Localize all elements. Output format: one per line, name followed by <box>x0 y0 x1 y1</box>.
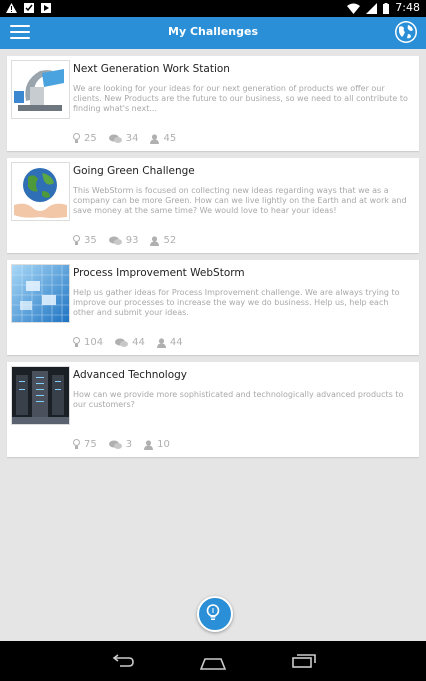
lightbulb-icon <box>73 235 80 245</box>
challenge-title: Going Green Challenge <box>73 165 195 177</box>
globe-icon <box>395 21 417 43</box>
back-icon <box>112 654 134 667</box>
challenge-description: We are looking for your ideas for our ne… <box>73 84 408 113</box>
participants-stat: 10 <box>144 439 170 450</box>
user-icon <box>144 439 154 450</box>
challenge-card[interactable]: Advanced Technology How can we provide m… <box>7 362 419 457</box>
warning-icon <box>6 2 17 13</box>
ideas-stat: 104 <box>73 337 103 348</box>
recents-button[interactable] <box>292 653 316 672</box>
challenge-stats: 25 34 45 <box>73 133 176 144</box>
comments-count: 3 <box>125 439 133 450</box>
home-button[interactable] <box>199 655 227 674</box>
challenge-title: Process Improvement WebStorm <box>73 267 245 279</box>
comments-count: 93 <box>125 235 139 246</box>
wifi-icon <box>347 3 361 14</box>
comments-icon <box>108 236 122 245</box>
participants-count: 52 <box>163 235 177 246</box>
ideas-count: 35 <box>84 235 97 246</box>
challenge-list: Next Generation Work Station We are look… <box>7 56 419 464</box>
challenge-description: How can we provide more sophisticated an… <box>73 390 404 409</box>
comments-stat: 93 <box>108 235 139 246</box>
globe-button[interactable] <box>394 20 420 46</box>
ideas-stat: 75 <box>73 439 97 450</box>
challenge-description: Help us gather ideas for Process Improve… <box>73 288 400 317</box>
comments-count: 44 <box>132 337 145 348</box>
comments-icon <box>108 440 122 449</box>
status-bar: 7:48 <box>0 0 426 17</box>
participants-stat: 44 <box>156 337 183 348</box>
process-image <box>11 264 70 323</box>
ideas-stat: 25 <box>73 133 97 144</box>
challenge-description: This WebStorm is focused on collecting n… <box>73 186 407 215</box>
lightbulb-icon <box>73 337 80 347</box>
user-icon <box>156 337 166 348</box>
server-room-image <box>11 366 70 425</box>
challenge-stats: 35 93 52 <box>73 235 176 246</box>
challenge-card[interactable]: Process Improvement WebStorm Help us gat… <box>7 260 419 355</box>
lightbulb-icon <box>73 133 80 143</box>
challenge-stats: 75 3 10 <box>73 439 170 450</box>
recents-icon <box>292 654 316 668</box>
participants-stat: 52 <box>150 235 176 246</box>
challenge-card[interactable]: Going Green Challenge This WebStorm is f… <box>7 158 419 253</box>
signal-icon <box>366 2 378 14</box>
participants-count: 10 <box>157 439 170 450</box>
app-bar: My Challenges <box>0 17 426 49</box>
user-icon <box>150 235 160 246</box>
comments-stat: 44 <box>115 337 145 348</box>
comments-count: 34 <box>125 133 139 144</box>
ideas-stat: 35 <box>73 235 97 246</box>
ideas-count: 104 <box>84 337 104 348</box>
comments-stat: 3 <box>108 439 133 450</box>
comments-icon <box>115 338 129 347</box>
globe-in-hands-image <box>11 162 70 221</box>
status-time: 7:48 <box>395 1 420 14</box>
workstation-image <box>11 60 70 119</box>
participants-count: 45 <box>163 133 177 144</box>
battery-icon <box>383 2 390 14</box>
ideas-count: 25 <box>84 133 97 144</box>
challenge-title: Next Generation Work Station <box>73 63 230 75</box>
lightbulb-icon <box>73 439 80 449</box>
new-idea-button[interactable] <box>197 596 233 632</box>
media-icon <box>41 3 51 13</box>
ideas-count: 75 <box>84 439 97 450</box>
home-icon <box>199 658 227 670</box>
comments-icon <box>108 134 122 143</box>
back-button[interactable] <box>110 653 134 672</box>
challenge-stats: 104 44 44 <box>73 337 183 348</box>
comments-stat: 34 <box>108 133 139 144</box>
participants-stat: 45 <box>150 133 176 144</box>
lightbulb-icon <box>206 604 220 620</box>
participants-count: 44 <box>169 337 183 348</box>
challenge-card[interactable]: Next Generation Work Station We are look… <box>7 56 419 151</box>
challenge-title: Advanced Technology <box>73 369 188 381</box>
user-icon <box>150 133 160 144</box>
page-title: My Challenges <box>168 25 258 38</box>
check-box-icon <box>24 3 34 13</box>
navigation-bar <box>0 641 426 681</box>
